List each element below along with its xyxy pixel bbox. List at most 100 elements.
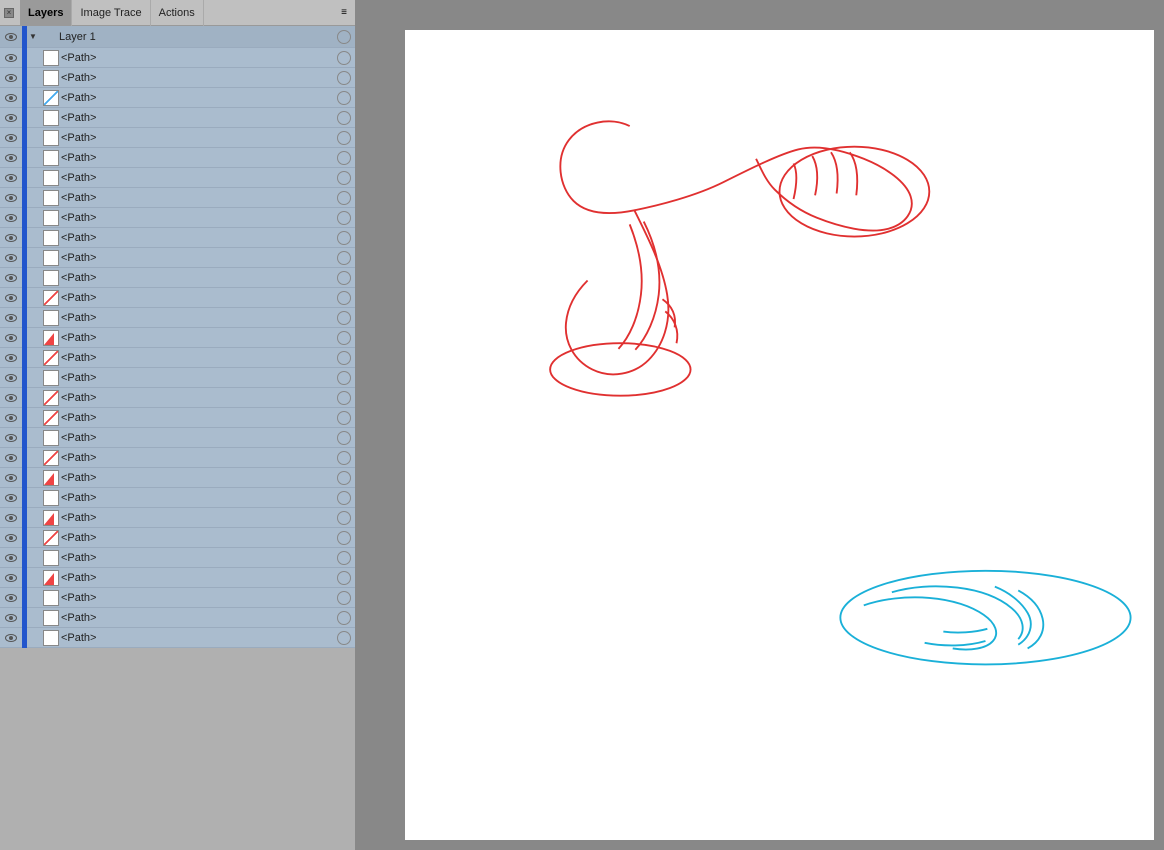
visibility-toggle[interactable] (0, 288, 22, 308)
layer-parent-row[interactable]: ▼ Layer 1 (0, 26, 355, 48)
table-row[interactable]: <Path> (0, 388, 355, 408)
visibility-toggle[interactable] (0, 548, 22, 568)
layer-target-circle[interactable] (337, 151, 351, 165)
layer-target-circle[interactable] (337, 111, 351, 125)
visibility-toggle[interactable] (0, 568, 22, 588)
visibility-toggle[interactable] (0, 528, 22, 548)
layer-target-circle[interactable] (337, 411, 351, 425)
layer-target-circle[interactable] (337, 311, 351, 325)
table-row[interactable]: <Path> (0, 268, 355, 288)
layer-target-circle[interactable] (337, 551, 351, 565)
table-row[interactable]: <Path> (0, 68, 355, 88)
layer-target-circle[interactable] (337, 391, 351, 405)
panel-options-button[interactable]: ≡ (337, 7, 351, 18)
table-row[interactable]: <Path> (0, 128, 355, 148)
layer-target-circle[interactable] (337, 571, 351, 585)
layer-target-circle[interactable] (337, 531, 351, 545)
visibility-toggle[interactable] (0, 408, 22, 428)
visibility-toggle[interactable] (0, 628, 22, 648)
tab-image-trace[interactable]: Image Trace (72, 0, 150, 26)
layer-target-circle[interactable] (337, 251, 351, 265)
visibility-toggle[interactable] (0, 488, 22, 508)
visibility-toggle[interactable] (0, 188, 22, 208)
layer-target-circle[interactable] (337, 211, 351, 225)
table-row[interactable]: <Path> (0, 88, 355, 108)
visibility-toggle[interactable] (0, 468, 22, 488)
layer-target-circle[interactable] (337, 471, 351, 485)
panel-close-button[interactable]: × (4, 8, 14, 18)
canvas-area[interactable] (355, 0, 1164, 850)
table-row[interactable]: <Path> (0, 148, 355, 168)
table-row[interactable]: <Path> (0, 48, 355, 68)
layer-target-circle[interactable] (337, 131, 351, 145)
layer-target-circle[interactable] (337, 331, 351, 345)
visibility-toggle[interactable] (0, 27, 22, 47)
table-row[interactable]: <Path> (0, 308, 355, 328)
layer-target-circle[interactable] (337, 171, 351, 185)
visibility-toggle[interactable] (0, 228, 22, 248)
table-row[interactable]: <Path> (0, 628, 355, 648)
layer-target-circle[interactable] (337, 431, 351, 445)
visibility-toggle[interactable] (0, 268, 22, 288)
layer-target-circle[interactable] (337, 271, 351, 285)
layer-list[interactable]: ▼ Layer 1 <Path> <Path> <P (0, 26, 355, 850)
layer-target-circle[interactable] (337, 191, 351, 205)
table-row[interactable]: <Path> (0, 448, 355, 468)
visibility-toggle[interactable] (0, 608, 22, 628)
visibility-toggle[interactable] (0, 68, 22, 88)
layer-target-circle[interactable] (337, 611, 351, 625)
table-row[interactable]: <Path> (0, 428, 355, 448)
table-row[interactable]: <Path> (0, 208, 355, 228)
table-row[interactable]: <Path> (0, 588, 355, 608)
visibility-toggle[interactable] (0, 368, 22, 388)
table-row[interactable]: <Path> (0, 108, 355, 128)
layer-target-circle[interactable] (337, 371, 351, 385)
visibility-toggle[interactable] (0, 328, 22, 348)
visibility-toggle[interactable] (0, 208, 22, 228)
visibility-toggle[interactable] (0, 148, 22, 168)
table-row[interactable]: <Path> (0, 328, 355, 348)
tab-actions[interactable]: Actions (151, 0, 204, 26)
table-row[interactable]: <Path> (0, 548, 355, 568)
table-row[interactable]: <Path> (0, 468, 355, 488)
table-row[interactable]: <Path> (0, 168, 355, 188)
visibility-toggle[interactable] (0, 508, 22, 528)
visibility-toggle[interactable] (0, 48, 22, 68)
layer-target-circle[interactable] (337, 631, 351, 645)
visibility-toggle[interactable] (0, 308, 22, 328)
layer-target-circle[interactable] (337, 71, 351, 85)
visibility-toggle[interactable] (0, 248, 22, 268)
table-row[interactable]: <Path> (0, 288, 355, 308)
table-row[interactable]: <Path> (0, 568, 355, 588)
layer-expand-arrow[interactable]: ▼ (27, 27, 39, 47)
table-row[interactable]: <Path> (0, 508, 355, 528)
table-row[interactable]: <Path> (0, 528, 355, 548)
visibility-toggle[interactable] (0, 428, 22, 448)
layer-target-circle[interactable] (337, 51, 351, 65)
table-row[interactable]: <Path> (0, 368, 355, 388)
visibility-toggle[interactable] (0, 588, 22, 608)
table-row[interactable]: <Path> (0, 408, 355, 428)
table-row[interactable]: <Path> (0, 228, 355, 248)
layer-target-circle[interactable] (337, 491, 351, 505)
visibility-toggle[interactable] (0, 88, 22, 108)
visibility-toggle[interactable] (0, 108, 22, 128)
layer-target-circle[interactable] (337, 451, 351, 465)
table-row[interactable]: <Path> (0, 488, 355, 508)
layer-target-circle[interactable] (337, 30, 351, 44)
visibility-toggle[interactable] (0, 448, 22, 468)
layer-target-circle[interactable] (337, 291, 351, 305)
layer-target-circle[interactable] (337, 511, 351, 525)
visibility-toggle[interactable] (0, 128, 22, 148)
table-row[interactable]: <Path> (0, 608, 355, 628)
table-row[interactable]: <Path> (0, 188, 355, 208)
visibility-toggle[interactable] (0, 168, 22, 188)
layer-target-circle[interactable] (337, 231, 351, 245)
tab-layers[interactable]: Layers (20, 0, 72, 26)
visibility-toggle[interactable] (0, 348, 22, 368)
layer-target-circle[interactable] (337, 591, 351, 605)
table-row[interactable]: <Path> (0, 248, 355, 268)
visibility-toggle[interactable] (0, 388, 22, 408)
layer-target-circle[interactable] (337, 91, 351, 105)
table-row[interactable]: <Path> (0, 348, 355, 368)
